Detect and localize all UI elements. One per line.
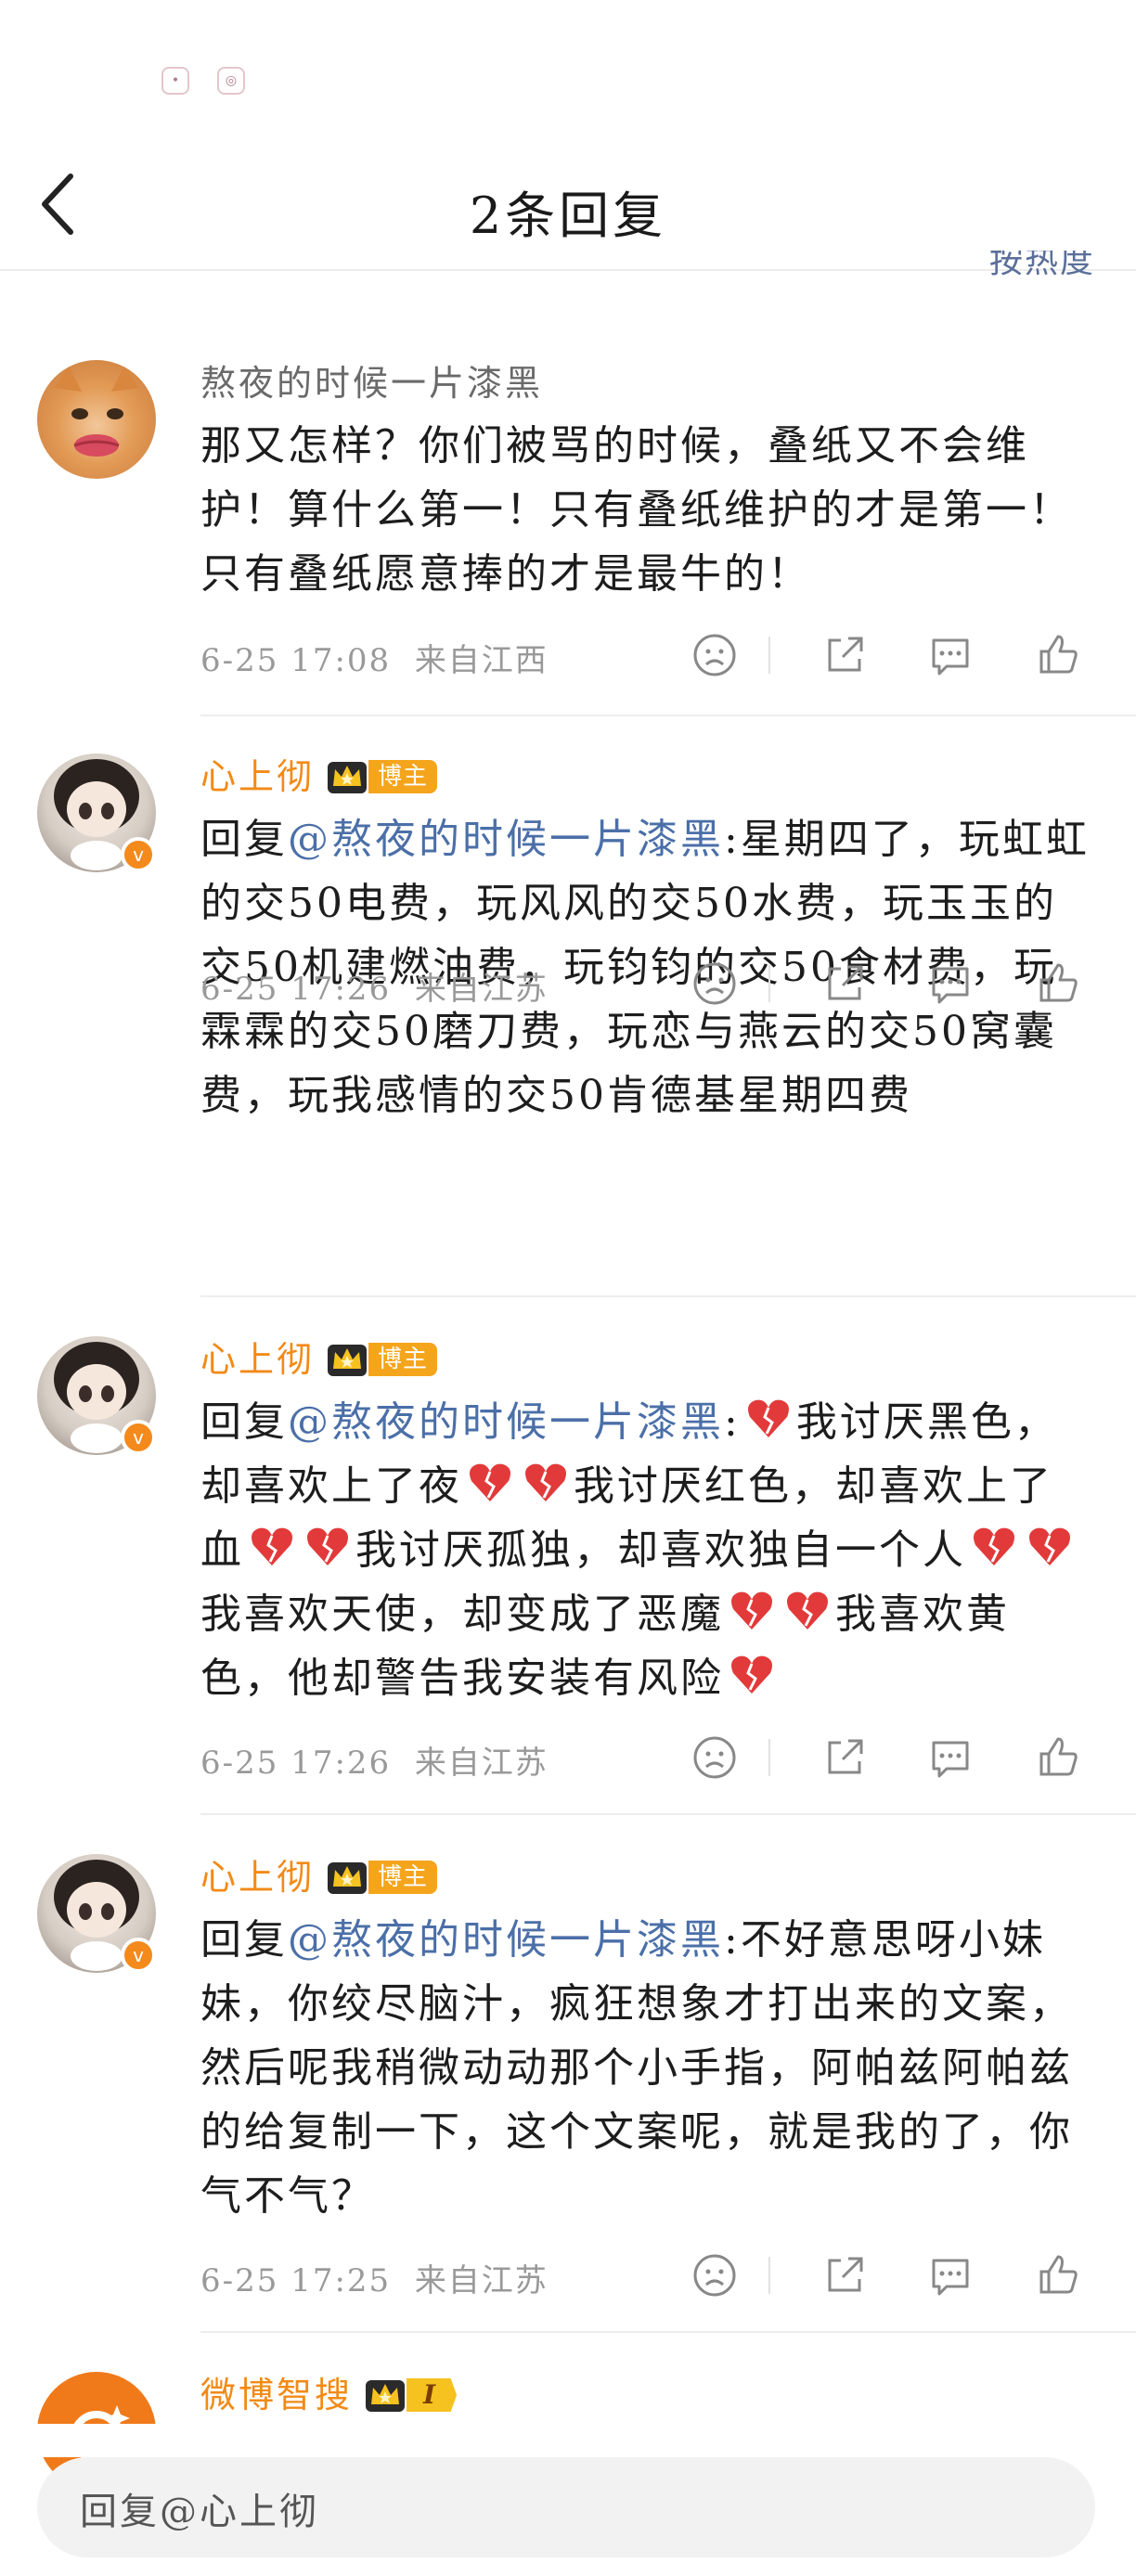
blogger-badge: 博主: [326, 1341, 438, 1378]
broken-heart-icon: [1029, 1527, 1070, 1565]
broken-heart-icon: [731, 1591, 772, 1629]
like-button[interactable]: [1034, 1733, 1082, 1782]
comment-text: 那又怎样？你们被骂的时候，叠纸又不会维护！算什么第一！只有叠纸维护的才是第一！只…: [200, 422, 1073, 598]
crown-icon: [328, 1862, 368, 1894]
like-button[interactable]: [1034, 2251, 1082, 2299]
mention-link[interactable]: @熬夜的时候一片漆黑: [288, 1916, 724, 1964]
blogger-badge: 博主: [326, 758, 438, 795]
comment-icon: [932, 638, 969, 676]
verified-badge: v: [121, 837, 156, 872]
dislike-face-icon: [693, 634, 736, 676]
share-button[interactable]: [820, 631, 869, 679]
comment-meta: 6-25 17:08 来自江西: [200, 627, 1110, 683]
status-bar: • ◎: [0, 0, 1136, 130]
comment-icon: [932, 2259, 969, 2296]
comment-meta: 6-25 17:25 来自江苏: [200, 2248, 1110, 2303]
dislike-face-icon: [693, 962, 736, 1005]
divider: [200, 715, 1136, 716]
like-thumb-icon: [1039, 1737, 1078, 1776]
nav-bar: 2条回复: [0, 130, 1136, 271]
sort-label: 按热度: [988, 251, 1095, 280]
crown-icon: [366, 2380, 406, 2412]
sort-toggle[interactable]: 按热度: [989, 251, 1095, 299]
mention-link[interactable]: @熬夜的时候一片漆黑: [288, 1398, 724, 1446]
action-divider: [768, 637, 770, 674]
dislike-button[interactable]: [691, 631, 739, 679]
comment-timestamp: 6-25 17:26 来自江苏: [200, 971, 549, 1008]
comment-button[interactable]: [926, 2251, 975, 2299]
share-icon: [828, 2257, 863, 2292]
comment-username[interactable]: 微博智搜 I: [200, 2372, 1091, 2418]
like-thumb-icon: [1039, 963, 1078, 1002]
share-icon: [828, 965, 863, 1000]
blogger-badge: 博主: [326, 1859, 438, 1896]
level-badge: I: [364, 2376, 458, 2414]
comment-timestamp: 6-25 17:08 来自江西: [200, 642, 549, 679]
like-button[interactable]: [1034, 631, 1082, 679]
comment-timestamp: 6-25 17:25 来自江苏: [200, 2262, 549, 2299]
crown-icon: [328, 762, 368, 793]
like-button[interactable]: [1034, 960, 1082, 1008]
crown-icon: [328, 1345, 368, 1376]
dislike-button[interactable]: [691, 2251, 739, 2299]
broken-heart-icon: [307, 1527, 348, 1565]
broken-heart-icon: [731, 1655, 772, 1694]
divider: [200, 2331, 1136, 2333]
broken-heart-icon: [747, 1399, 789, 1437]
dislike-button[interactable]: [691, 1733, 739, 1782]
broken-heart-icon: [525, 1463, 566, 1501]
comment-button[interactable]: [926, 1733, 975, 1782]
notification-icon: •: [161, 67, 189, 95]
share-icon: [828, 637, 863, 672]
comment-icon: [932, 1741, 969, 1778]
share-button[interactable]: [820, 2251, 869, 2299]
dislike-face-icon: [693, 2254, 736, 2297]
comment-username[interactable]: 熬夜的时候一片漆黑: [200, 360, 1091, 406]
action-divider: [768, 965, 770, 1002]
reply-input[interactable]: 回复@心上彻: [37, 2457, 1095, 2557]
comment-timestamp: 6-25 17:26 来自江苏: [200, 1745, 549, 1782]
reply-input-placeholder: 回复@心上彻: [80, 2491, 319, 2533]
like-thumb-icon: [1039, 635, 1078, 674]
comment-username[interactable]: 心上彻 博主: [200, 1336, 1091, 1383]
divider: [200, 1813, 1136, 1815]
comment-meta: 6-25 17:26 来自江苏: [200, 1730, 1110, 1785]
verified-badge: v: [121, 1938, 156, 1973]
mention-link[interactable]: @熬夜的时候一片漆黑: [288, 816, 724, 863]
verified-badge: v: [121, 1420, 156, 1455]
broken-heart-icon: [470, 1463, 510, 1501]
cat-face-icon: [54, 366, 139, 457]
share-icon: [828, 1739, 863, 1774]
comment-username[interactable]: 心上彻 博主: [200, 1854, 1091, 1900]
comment-icon: [932, 967, 969, 1004]
divider: [200, 1295, 1136, 1297]
content-fade: [0, 2424, 1136, 2457]
action-divider: [768, 2257, 770, 2294]
app-notification-icon: ◎: [217, 67, 245, 95]
comment-button[interactable]: [926, 960, 975, 1008]
broken-heart-icon: [974, 1527, 1014, 1565]
share-button[interactable]: [820, 960, 869, 1008]
avatar[interactable]: [37, 360, 156, 479]
action-divider: [768, 1739, 770, 1776]
comment-username[interactable]: 心上彻 博主: [200, 753, 1091, 800]
share-button[interactable]: [820, 1733, 869, 1782]
comment-button[interactable]: [926, 631, 975, 679]
dislike-button[interactable]: [691, 960, 739, 1008]
like-thumb-icon: [1039, 2255, 1078, 2294]
comment-meta: 6-25 17:26 来自江苏: [200, 956, 1110, 1011]
comment-text: 回复@熬夜的时候一片漆黑:不好意思呀小妹妹，你绞尽脑汁，疯狂想象才打出来的文案，…: [200, 1916, 1073, 2220]
broken-heart-icon: [787, 1591, 828, 1629]
broken-heart-icon: [252, 1527, 292, 1565]
comment-text: 回复@熬夜的时候一片漆黑: 我讨厌黑色，却喜欢上了夜 我讨厌红色，却喜欢上了血 我讨厌…: [200, 1390, 1091, 1710]
page-title: 2条回复: [469, 187, 667, 245]
dislike-face-icon: [693, 1736, 736, 1779]
